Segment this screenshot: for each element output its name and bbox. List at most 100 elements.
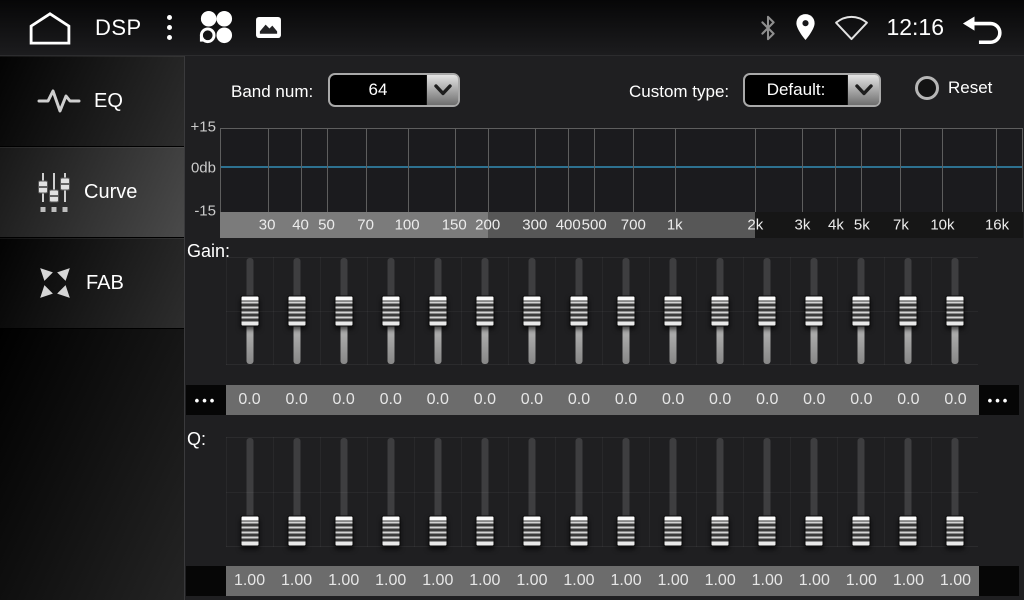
gain-slider-thumb[interactable] xyxy=(851,296,870,327)
sidebar-item-fab[interactable]: FAB xyxy=(0,238,184,329)
q-slider-thumb[interactable] xyxy=(475,515,494,546)
gain-slider[interactable] xyxy=(414,258,461,364)
q-slider[interactable] xyxy=(602,438,649,546)
gain-slider-thumb[interactable] xyxy=(663,296,682,327)
q-value: 1.00 xyxy=(885,566,932,596)
gain-slider-thumb[interactable] xyxy=(381,296,400,327)
q-slider[interactable] xyxy=(790,438,837,546)
freq-tick-label: 400 xyxy=(556,217,581,234)
q-slider[interactable] xyxy=(931,438,978,546)
gain-more-left-button[interactable]: ••• xyxy=(186,385,226,415)
gain-slider[interactable] xyxy=(743,258,790,364)
q-slider-thumb[interactable] xyxy=(522,515,541,546)
gain-slider-thumb[interactable] xyxy=(710,296,729,327)
q-slider-thumb[interactable] xyxy=(663,515,682,546)
gain-slider-thumb[interactable] xyxy=(757,296,776,327)
gain-slider-thumb[interactable] xyxy=(475,296,494,327)
q-slider-thumb[interactable] xyxy=(757,515,776,546)
q-slider[interactable] xyxy=(461,438,508,546)
q-slider-thumb[interactable] xyxy=(851,515,870,546)
gain-slider[interactable] xyxy=(461,258,508,364)
q-slider-thumb[interactable] xyxy=(334,515,353,546)
q-slider-thumb[interactable] xyxy=(898,515,917,546)
freq-gridline xyxy=(861,129,862,212)
gain-values-strip: 0.00.00.00.00.00.00.00.00.00.00.00.00.00… xyxy=(226,385,979,415)
gain-slider-thumb[interactable] xyxy=(898,296,917,327)
q-slider-thumb[interactable] xyxy=(710,515,729,546)
q-slider[interactable] xyxy=(696,438,743,546)
gain-slider[interactable] xyxy=(790,258,837,364)
q-value: 1.00 xyxy=(744,566,791,596)
menu-dots-icon[interactable] xyxy=(163,11,176,44)
q-values-row: 1.001.001.001.001.001.001.001.001.001.00… xyxy=(186,566,1019,596)
freq-tick-label: 200 xyxy=(475,217,500,234)
band-num-dropdown-button[interactable] xyxy=(426,75,458,105)
sidebar-item-label: Curve xyxy=(84,181,137,204)
q-slider[interactable] xyxy=(743,438,790,546)
q-slider-thumb[interactable] xyxy=(945,515,964,546)
gain-slider[interactable] xyxy=(837,258,884,364)
q-slider-thumb[interactable] xyxy=(240,515,259,546)
q-slider[interactable] xyxy=(837,438,884,546)
reset-label: Reset xyxy=(948,78,992,98)
gain-value: 0.0 xyxy=(744,385,791,415)
sidebar-item-eq[interactable]: EQ xyxy=(0,56,184,147)
gain-slider[interactable] xyxy=(273,258,320,364)
gain-slider-thumb[interactable] xyxy=(287,296,306,327)
band-num-dropdown[interactable]: 64 xyxy=(328,73,460,107)
gain-slider-thumb[interactable] xyxy=(522,296,541,327)
gallery-icon[interactable] xyxy=(255,16,282,39)
gain-more-right-button[interactable]: ••• xyxy=(979,385,1019,415)
custom-type-dropdown-button[interactable] xyxy=(847,75,879,105)
gain-slider[interactable] xyxy=(226,258,273,364)
q-values-strip: 1.001.001.001.001.001.001.001.001.001.00… xyxy=(226,566,979,596)
home-icon[interactable] xyxy=(26,11,74,45)
sidebar-item-curve[interactable]: Curve xyxy=(0,147,184,238)
q-slider[interactable] xyxy=(884,438,931,546)
q-slider[interactable] xyxy=(226,438,273,546)
q-slider[interactable] xyxy=(414,438,461,546)
q-slider-thumb[interactable] xyxy=(287,515,306,546)
q-slider-thumb[interactable] xyxy=(804,515,823,546)
gain-slider[interactable] xyxy=(696,258,743,364)
q-slider-thumb[interactable] xyxy=(428,515,447,546)
freq-gridline xyxy=(594,129,595,212)
curve-panel: Band num: 64 Custom type: Default: Reset… xyxy=(186,56,1024,600)
gain-value: 0.0 xyxy=(885,385,932,415)
gain-slider-thumb[interactable] xyxy=(804,296,823,327)
back-icon[interactable] xyxy=(961,12,1004,44)
reset-radio-icon xyxy=(915,76,939,100)
q-slider[interactable] xyxy=(555,438,602,546)
gain-slider-thumb[interactable] xyxy=(428,296,447,327)
gain-slider-thumb[interactable] xyxy=(945,296,964,327)
gain-slider[interactable] xyxy=(320,258,367,364)
q-value: 1.00 xyxy=(697,566,744,596)
gain-slider-thumb[interactable] xyxy=(334,296,353,327)
location-icon xyxy=(794,13,817,42)
custom-type-dropdown[interactable]: Default: xyxy=(743,73,881,107)
apps-clover-icon[interactable] xyxy=(197,9,234,46)
gain-slider-thumb[interactable] xyxy=(616,296,635,327)
reset-button[interactable]: Reset xyxy=(915,76,992,100)
q-slider[interactable] xyxy=(508,438,555,546)
y-axis-label-zero: 0db xyxy=(186,160,216,177)
gain-slider[interactable] xyxy=(931,258,978,364)
q-slider-thumb[interactable] xyxy=(381,515,400,546)
gain-slider[interactable] xyxy=(508,258,555,364)
bluetooth-icon xyxy=(759,14,777,42)
freq-gridline xyxy=(568,129,569,212)
q-slider[interactable] xyxy=(367,438,414,546)
q-slider[interactable] xyxy=(320,438,367,546)
gain-slider-thumb[interactable] xyxy=(569,296,588,327)
gain-slider[interactable] xyxy=(367,258,414,364)
q-slider[interactable] xyxy=(649,438,696,546)
q-slider-thumb[interactable] xyxy=(616,515,635,546)
gain-slider[interactable] xyxy=(555,258,602,364)
gain-slider[interactable] xyxy=(649,258,696,364)
gain-slider[interactable] xyxy=(884,258,931,364)
q-slider-thumb[interactable] xyxy=(569,515,588,546)
gain-slider-thumb[interactable] xyxy=(240,296,259,327)
chevron-down-icon xyxy=(434,84,452,96)
q-slider[interactable] xyxy=(273,438,320,546)
gain-slider[interactable] xyxy=(602,258,649,364)
